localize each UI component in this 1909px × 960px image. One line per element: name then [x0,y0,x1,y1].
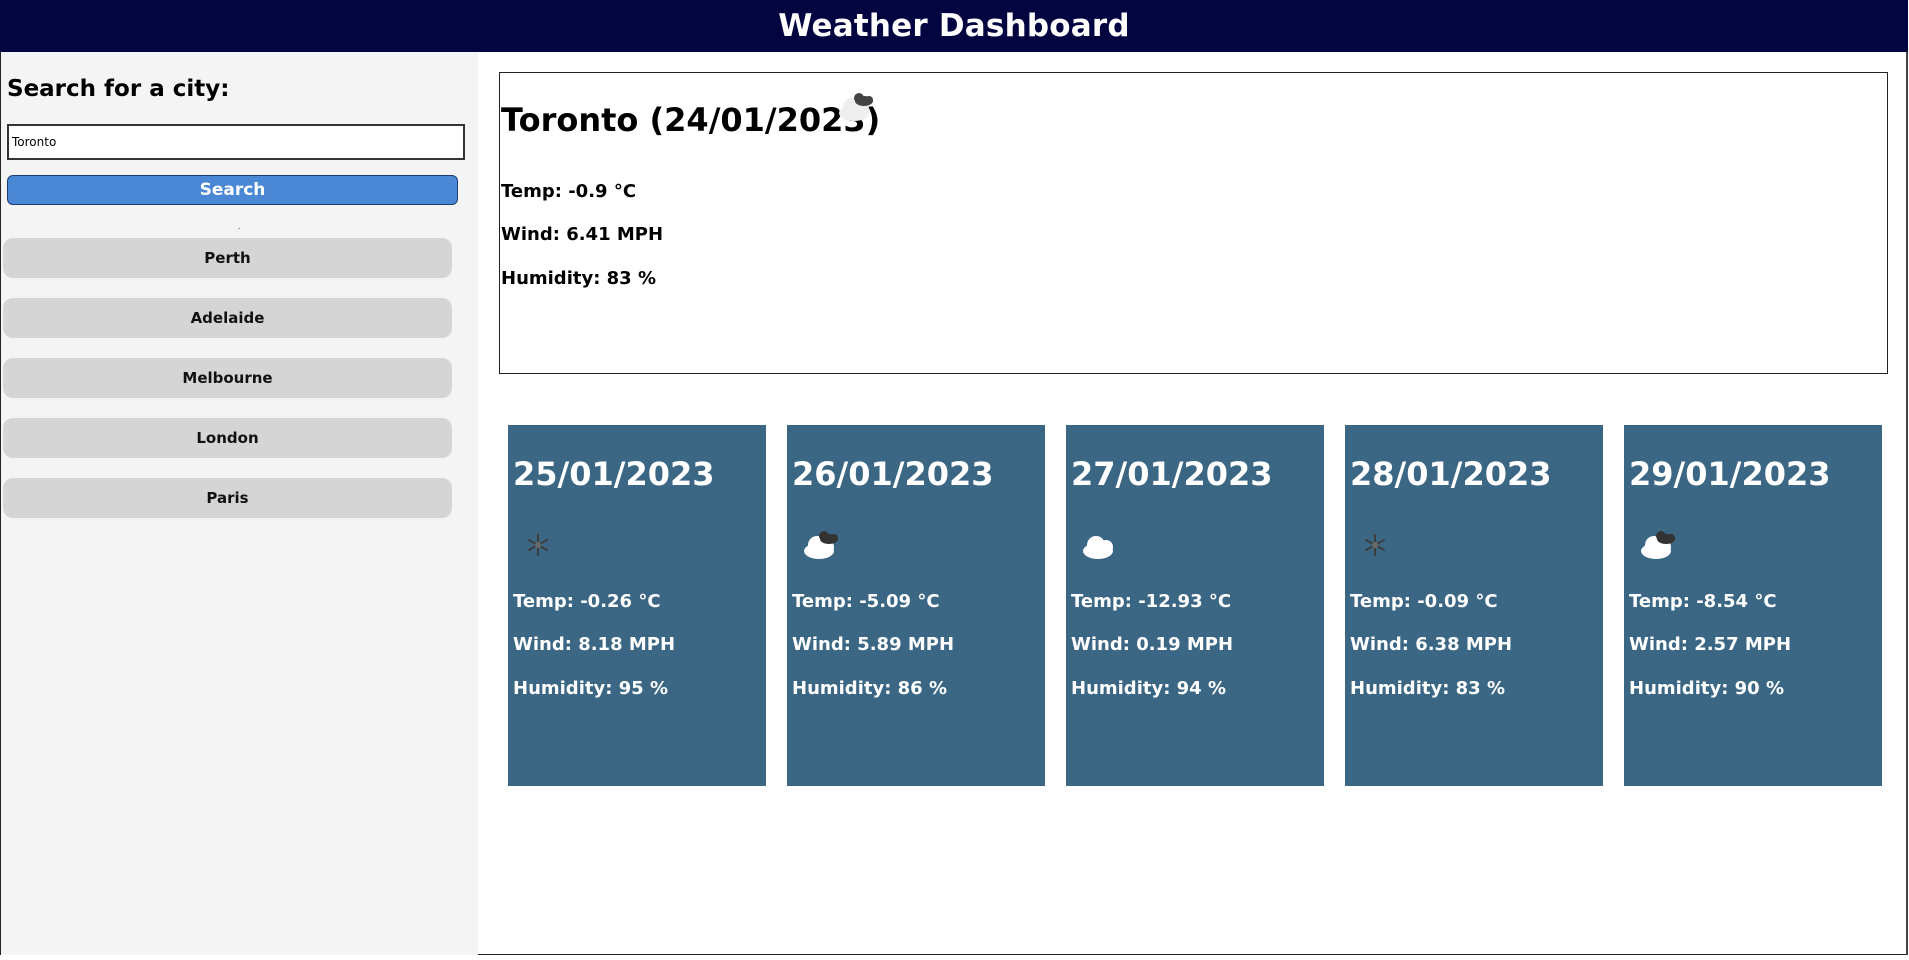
current-city-title: Toronto (24/01/2023) [501,101,881,139]
forecast-humidity: Humidity: 90 % [1629,678,1785,699]
forecast-date: 26/01/2023 [792,455,994,493]
forecast-card: 27/01/2023 Temp: -12.93 °C Wind: 0.19 MP… [1066,425,1324,786]
forecast-card: 26/01/2023 Temp: -5.09 °C Wind: 5.89 MPH… [787,425,1045,786]
forecast-temp: Temp: -12.93 °C [1071,591,1232,612]
cloud-icon [1083,536,1113,559]
forecast-temp: Temp: -0.26 °C [513,591,661,612]
forecast-wind: Wind: 5.89 MPH [792,634,955,655]
current-weather-panel: Toronto (24/01/2023) Temp: -0.9 °C Wind:… [499,72,1888,374]
forecast-card: 29/01/2023 Temp: -8.54 °C Wind: 2.57 MPH… [1624,425,1882,786]
forecast-wind: Wind: 0.19 MPH [1071,634,1234,655]
app-header: Weather Dashboard [0,0,1908,52]
cloud-dark-icon [839,93,873,121]
forecast-date: 27/01/2023 [1071,455,1273,493]
history-item-london[interactable]: London [3,418,452,458]
search-sidebar: Search for a city: Search Perth Adelaide… [1,52,478,955]
forecast-wind: Wind: 8.18 MPH [513,634,676,655]
forecast-date: 25/01/2023 [513,455,715,493]
forecast-card: 28/01/2023 Temp: -0.09 °C Wind: 6.38 MPH… [1345,425,1603,786]
history-item-perth[interactable]: Perth [3,238,452,278]
forecast-temp: Temp: -0.09 °C [1350,591,1498,612]
forecast-date: 28/01/2023 [1350,455,1552,493]
city-search-input[interactable] [7,124,465,160]
page-title: Weather Dashboard [778,8,1130,44]
cloud-dark-icon [804,531,838,559]
forecast-humidity: Humidity: 94 % [1071,678,1227,699]
history-item-melbourne[interactable]: Melbourne [3,358,452,398]
forecast-humidity: Humidity: 83 % [1350,678,1506,699]
divider-dot [238,228,240,229]
forecast-wind: Wind: 2.57 MPH [1629,634,1792,655]
forecast-humidity: Humidity: 86 % [792,678,948,699]
current-humidity: Humidity: 83 % [501,268,657,289]
search-heading: Search for a city: [7,76,230,102]
right-edge-border [1906,52,1908,955]
history-item-adelaide[interactable]: Adelaide [3,298,452,338]
page: Weather Dashboard Search for a city: Sea… [0,0,1909,960]
snowflake-icon [528,534,548,556]
forecast-card: 25/01/2023 Temp: -0.26 °C Wind: 8.18 MPH… [508,425,766,786]
search-button[interactable]: Search [7,175,458,205]
snowflake-icon [1365,534,1385,556]
forecast-temp: Temp: -8.54 °C [1629,591,1777,612]
forecast-temp: Temp: -5.09 °C [792,591,940,612]
forecast-humidity: Humidity: 95 % [513,678,669,699]
current-temp: Temp: -0.9 °C [501,181,637,202]
current-wind: Wind: 6.41 MPH [501,224,664,245]
forecast-wind: Wind: 6.38 MPH [1350,634,1513,655]
history-item-paris[interactable]: Paris [3,478,452,518]
cloud-dark-icon [1641,531,1675,559]
forecast-date: 29/01/2023 [1629,455,1831,493]
